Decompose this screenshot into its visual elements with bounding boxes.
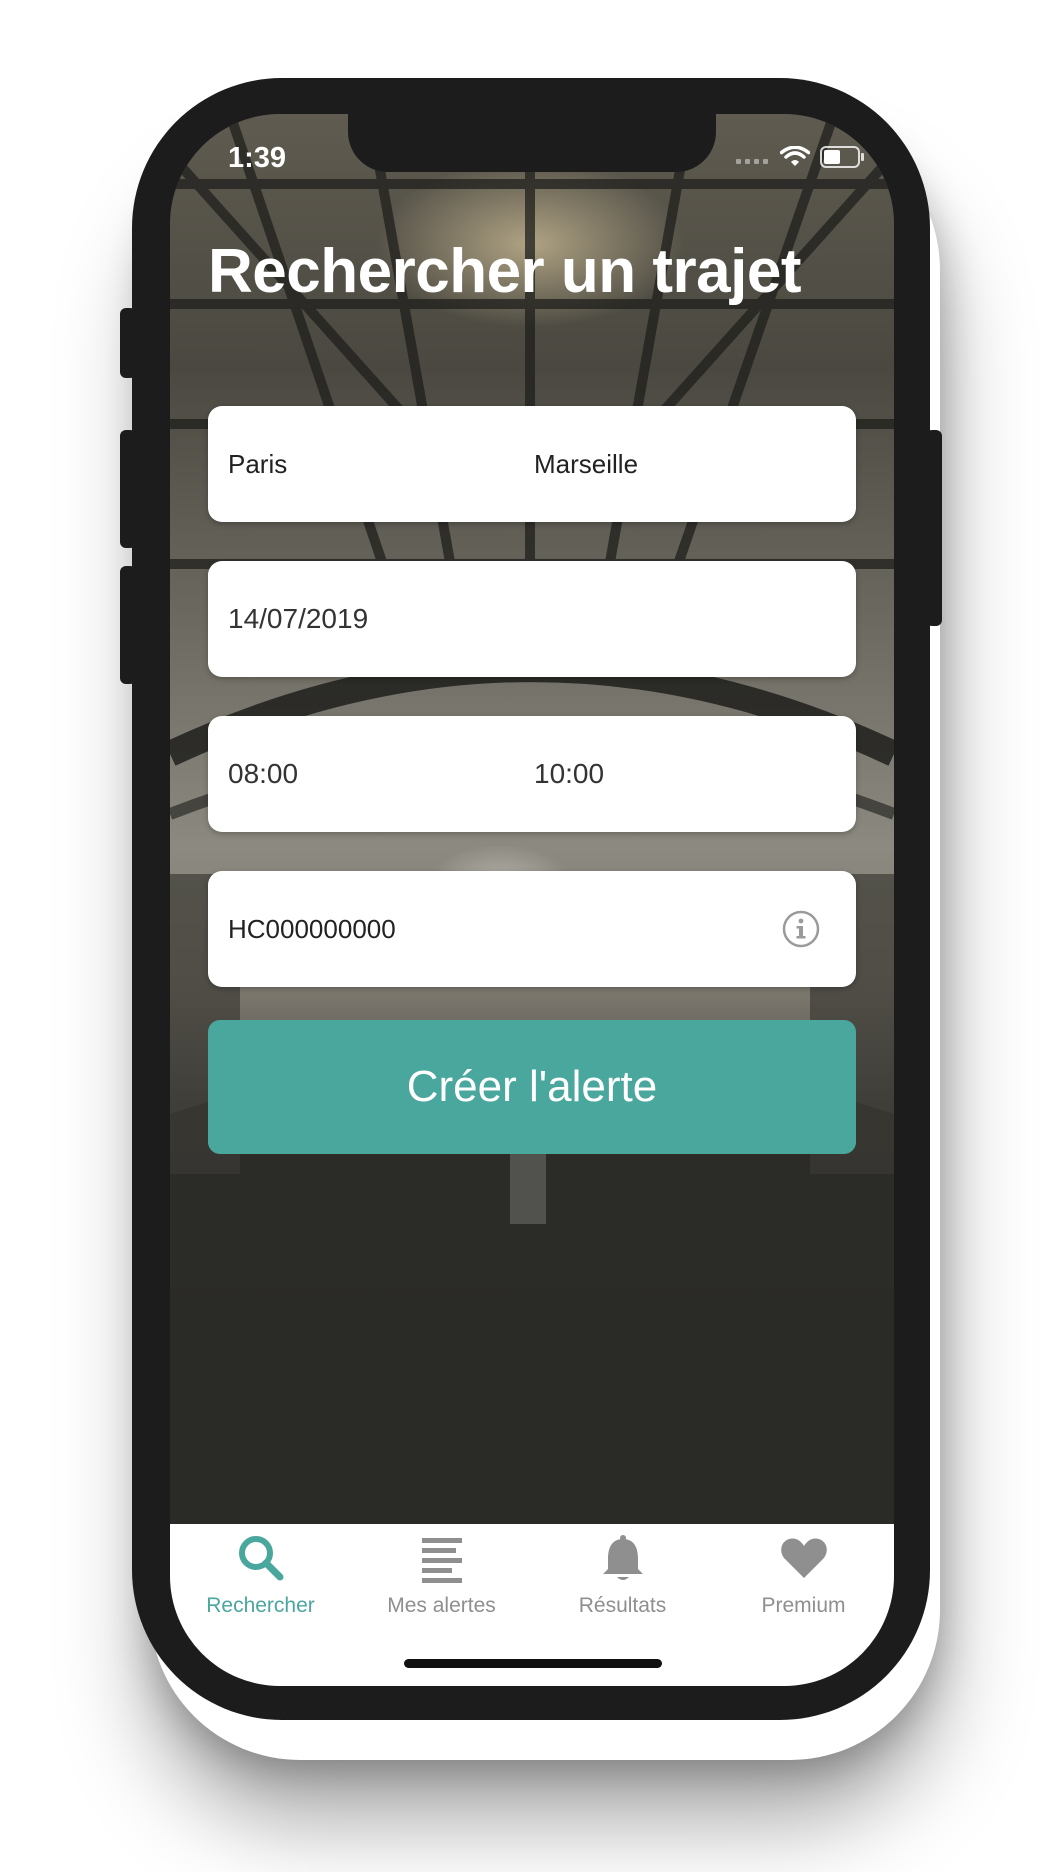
bell-icon (602, 1535, 643, 1580)
departure-field[interactable]: Paris (228, 406, 508, 522)
tab-resultats[interactable]: Résultats (532, 1524, 713, 1634)
page-title: Rechercher un trajet (208, 237, 802, 306)
tab-mes-alertes[interactable]: Mes alertes (351, 1524, 532, 1634)
mute-switch (120, 308, 136, 378)
arrival-field[interactable]: Marseille (534, 406, 834, 522)
heart-icon (780, 1538, 827, 1578)
volume-up-button (120, 430, 136, 548)
battery-icon (820, 146, 864, 168)
search-icon (238, 1536, 283, 1581)
date-field[interactable]: 14/07/2019 (228, 561, 828, 677)
tab-label: Mes alertes (387, 1594, 496, 1617)
date-card: 14/07/2019 (208, 561, 856, 677)
card-number-field[interactable]: HC000000000 (228, 871, 748, 987)
tab-label: Premium (761, 1594, 846, 1617)
home-indicator (404, 1659, 662, 1668)
tab-premium[interactable]: Premium (713, 1524, 894, 1634)
volume-down-button (120, 566, 136, 684)
end-time-field[interactable]: 10:00 (534, 716, 834, 832)
tab-rechercher[interactable]: Rechercher (170, 1524, 351, 1634)
tab-label: Résultats (578, 1594, 667, 1617)
create-alert-button[interactable]: Créer l'alerte (208, 1020, 856, 1154)
app-screen: 1:39 Rechercher un trajet Paris Marseill… (170, 114, 894, 1686)
status-time: 1:39 (228, 142, 287, 174)
power-button (926, 430, 942, 626)
wifi-icon (780, 146, 810, 166)
start-time-field[interactable]: 08:00 (228, 716, 508, 832)
list-icon (421, 1538, 462, 1583)
time-range-card: 08:00 10:00 (208, 716, 856, 832)
route-card: Paris Marseille (208, 406, 856, 522)
stage: 1:39 Rechercher un trajet Paris Marseill… (0, 0, 1062, 1872)
status-icons (736, 146, 864, 168)
notch (348, 114, 716, 172)
signal-icon (736, 159, 768, 164)
tab-label: Rechercher (206, 1594, 315, 1617)
info-icon[interactable] (782, 910, 820, 948)
card-number-card: HC000000000 (208, 871, 856, 987)
